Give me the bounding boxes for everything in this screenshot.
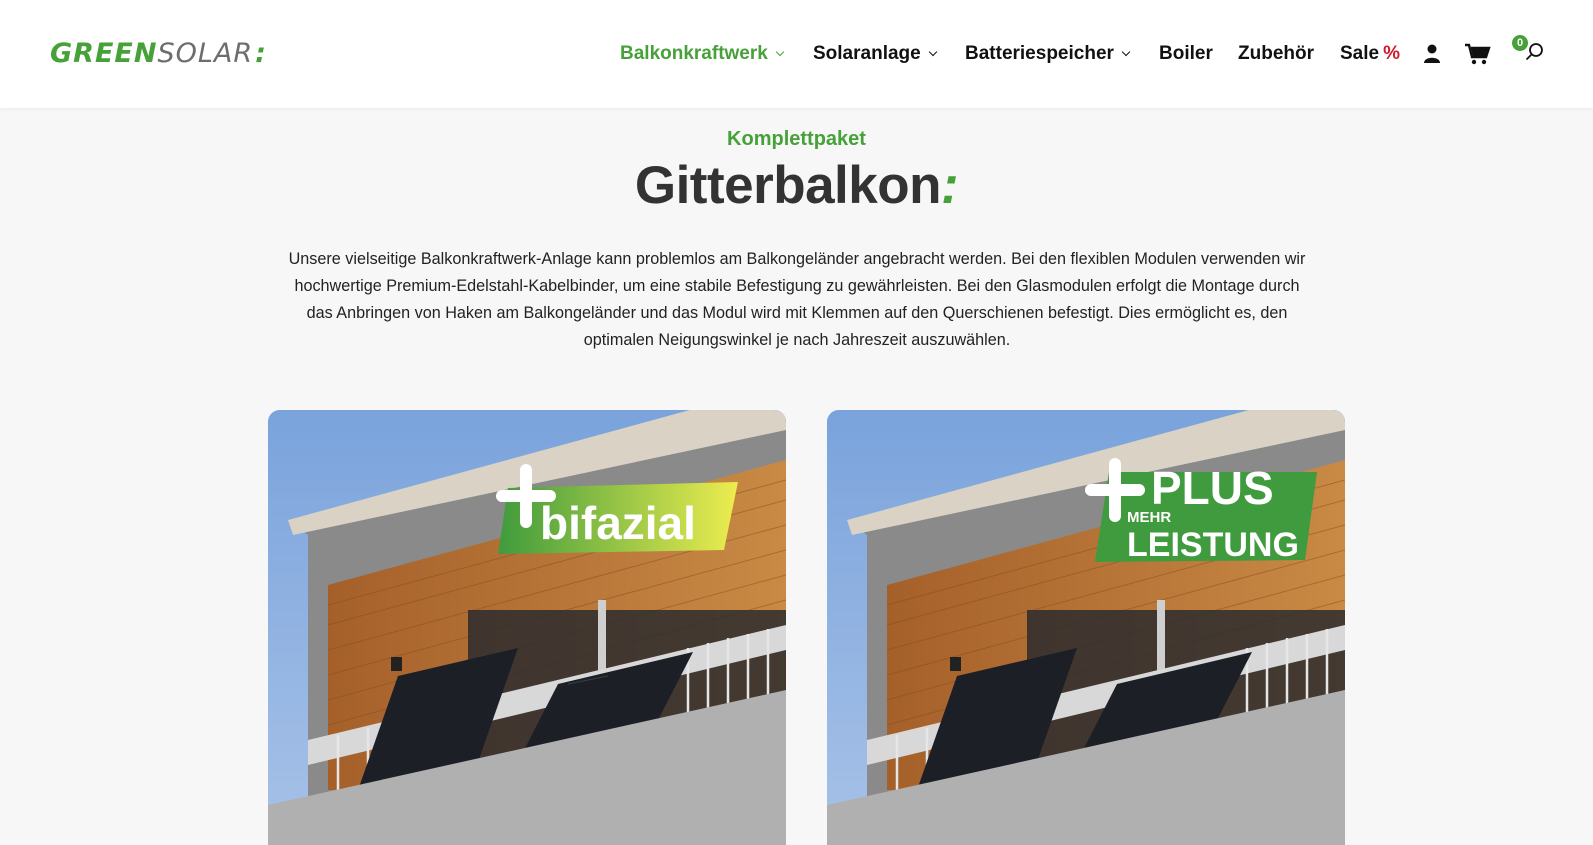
product-card-plus-leistung[interactable]: PLUS MEHR LEISTUNG <box>827 410 1345 845</box>
nav-label: Batteriespeicher <box>965 43 1114 64</box>
section-eyebrow: Komplettpaket <box>727 128 866 150</box>
nav-label: Boiler <box>1159 43 1213 64</box>
nav-solaranlage[interactable]: Solaranlage <box>813 42 937 66</box>
logo-green-text: GREEN <box>50 37 158 69</box>
title-colon-mark: : <box>941 156 959 215</box>
badge-plus-text: PLUS <box>1151 462 1274 514</box>
nav-label: Solaranlage <box>813 43 921 64</box>
sale-percent-sign: % <box>1383 43 1400 64</box>
user-icon[interactable] <box>1423 44 1441 64</box>
product-card-bifazial[interactable]: bifazial <box>268 410 786 845</box>
nav-boiler[interactable]: Boiler <box>1159 42 1213 66</box>
balcony-solar-image: PLUS MEHR LEISTUNG <box>827 410 1345 845</box>
description-text: Unsere vielseitige Balkonkraftwerk-Anlag… <box>288 250 1306 349</box>
nav-zubehoer[interactable]: Zubehör <box>1238 42 1314 66</box>
chevron-down-icon <box>928 47 937 57</box>
page-title: Gitterbalkon: <box>0 155 1593 216</box>
site-header: GREEN SOLAR: Balkonkraftwerk Solaranlage … <box>0 0 1593 108</box>
nav-batteriespeicher[interactable]: Batteriespeicher <box>965 42 1131 66</box>
chevron-down-icon <box>775 47 785 57</box>
logo-colon-mark: : <box>255 37 267 69</box>
nav-label: Balkonkraftwerk <box>620 43 768 64</box>
nav-balkonkraftwerk[interactable]: Balkonkraftwerk <box>620 42 785 66</box>
badge-bifazial-text: bifazial <box>540 497 696 549</box>
title-text: Gitterbalkon <box>634 156 942 215</box>
badge-mehr-text: MEHR <box>1127 509 1171 526</box>
logo-solar-text: SOLAR <box>157 37 254 69</box>
nav-sale[interactable]: Sale% <box>1340 42 1400 66</box>
balcony-solar-image: bifazial <box>268 410 786 845</box>
nav-label: Zubehör <box>1238 43 1314 64</box>
search-icon[interactable] <box>1525 42 1545 62</box>
greensolar-logo[interactable]: GREEN SOLAR: <box>50 37 267 69</box>
nav-label: Sale <box>1340 43 1380 64</box>
chevron-down-icon <box>1121 47 1131 57</box>
badge-leistung-text: LEISTUNG <box>1127 526 1299 564</box>
cart-icon[interactable] <box>1465 43 1491 65</box>
